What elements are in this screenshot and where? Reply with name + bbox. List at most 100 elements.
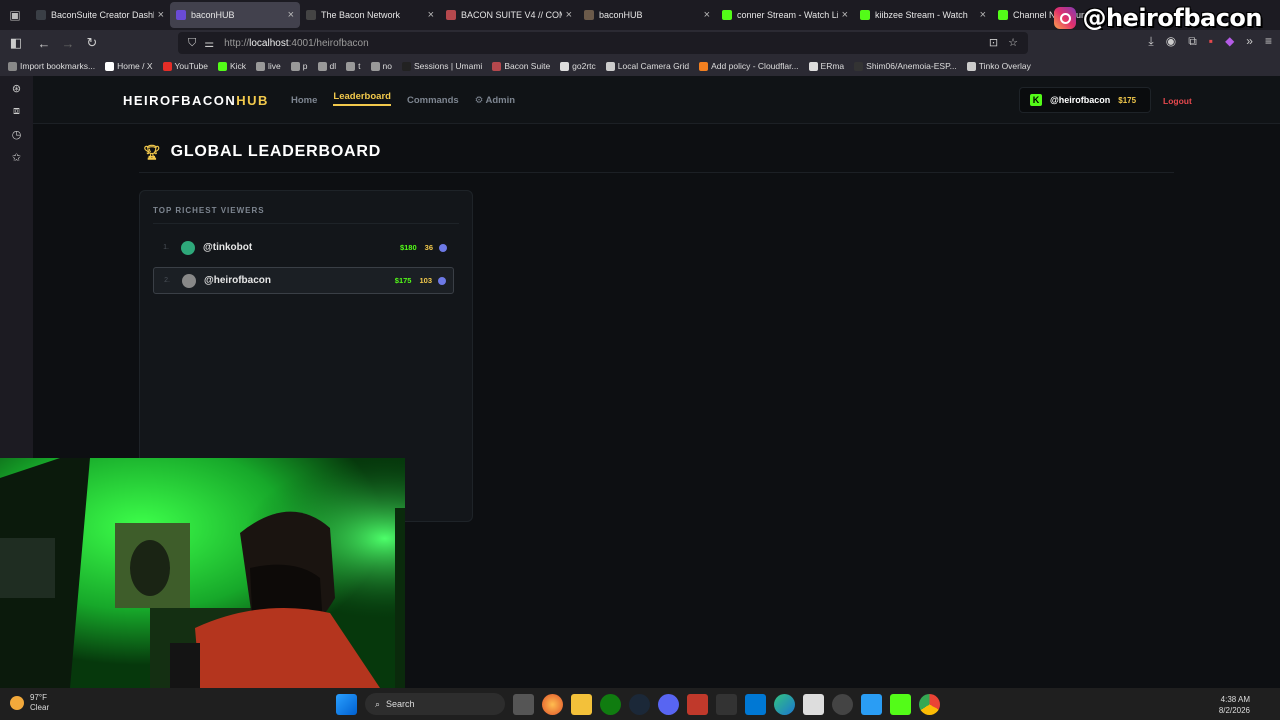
app-window-icon[interactable] (803, 693, 824, 715)
row-points: 103 (419, 276, 432, 285)
tab-close-icon[interactable]: × (428, 9, 434, 21)
account-icon[interactable]: ◉ (1166, 34, 1176, 49)
leaderboard-row[interactable]: 1. @tinkobot $180 36 (153, 234, 454, 261)
system-clock[interactable]: 4:38 AM 8/2/2026 (1219, 694, 1250, 716)
back-icon[interactable]: ← (32, 31, 56, 55)
bookmark-item[interactable]: dl (317, 61, 336, 71)
taskbar-apps: ⌕ Search (336, 693, 940, 715)
history-icon[interactable]: ◷ (12, 128, 22, 141)
browser-tab[interactable]: baconHUB × (170, 2, 300, 28)
row-username: @tinkobot (203, 242, 253, 253)
chrome-icon[interactable] (919, 693, 940, 715)
xbox-icon[interactable] (600, 693, 621, 715)
extensions-icon[interactable]: ⧉ (1188, 34, 1197, 49)
bookmarks-icon[interactable]: ✩ (12, 151, 21, 164)
shield-icon[interactable]: ⛉ (188, 37, 196, 50)
bookmark-item[interactable]: go2rtc (560, 61, 596, 71)
bookmark-item[interactable]: no (370, 61, 392, 71)
photos-icon[interactable] (861, 693, 882, 715)
site-logo[interactable]: HEIROFBACONHUB (123, 93, 269, 108)
forward-icon[interactable]: → (56, 31, 80, 55)
nav-commands[interactable]: Commands (407, 95, 459, 106)
nav-home[interactable]: Home (291, 95, 317, 106)
edge-icon[interactable] (774, 693, 795, 715)
extension-badge-icon[interactable]: ▪ (1209, 34, 1213, 49)
browser-tab[interactable]: conner Stream - Watch Live × (716, 2, 854, 28)
bookmark-icon (808, 61, 818, 71)
bookmark-icon (854, 61, 864, 71)
terminal-icon[interactable] (716, 693, 737, 715)
gear-icon: ⚙ (474, 95, 484, 106)
bookmark-item[interactable]: Add policy - Cloudflar... (699, 61, 799, 71)
discord-icon[interactable] (658, 693, 679, 715)
ai-chat-icon[interactable]: ⊛ (12, 82, 21, 95)
bookmark-item[interactable]: Sessions | Umami (401, 61, 482, 71)
menu-icon[interactable]: ≡ (1265, 34, 1272, 49)
tab-favicon-icon (176, 10, 186, 20)
kick-app-icon[interactable] (890, 693, 911, 715)
firefox-icon[interactable] (542, 693, 563, 715)
synced-tabs-icon[interactable]: ⧈ (13, 105, 20, 118)
overflow-icon[interactable]: » (1246, 34, 1253, 49)
extension-purple-icon[interactable]: ◆ (1225, 34, 1234, 49)
bookmark-icon (8, 61, 17, 71)
windows-start-icon[interactable] (336, 693, 357, 715)
reload-icon[interactable]: ↻ (80, 31, 104, 55)
save-page-icon[interactable]: ⊡ (989, 36, 998, 49)
bookmark-item[interactable]: YouTube (162, 61, 208, 71)
media-app-icon[interactable] (687, 693, 708, 715)
trophy-icon: 🏆︎ (143, 143, 162, 160)
tab-close-icon[interactable]: × (566, 9, 572, 21)
weather-widget[interactable]: 97°F Clear (10, 693, 49, 713)
browser-tab[interactable]: BaconSuite Creator Dashboard × (30, 2, 170, 28)
bookmark-icon (401, 61, 411, 71)
taskbar-search[interactable]: ⌕ Search (365, 693, 505, 715)
bookmark-item[interactable]: Import bookmarks... (8, 61, 95, 71)
bookmark-item[interactable]: t (346, 61, 361, 71)
browser-tab[interactable]: baconHUB × (578, 2, 716, 28)
tab-close-icon[interactable]: × (704, 9, 710, 21)
bookmark-item[interactable]: Home / X (105, 61, 153, 71)
page-info-icon[interactable]: ⚌ (204, 37, 214, 50)
bookmark-icon (560, 61, 570, 71)
user-chip[interactable]: K @heirofbacon $175 (1019, 87, 1151, 113)
bookmark-item[interactable]: Tinko Overlay (966, 61, 1031, 71)
bookmark-item[interactable]: Local Camera Grid (605, 61, 689, 71)
tab-close-icon[interactable]: × (158, 9, 164, 21)
user-handle: @heirofbacon (1050, 95, 1111, 105)
bookmark-star-icon[interactable]: ☆ (1008, 36, 1018, 49)
nav-leaderboard[interactable]: Leaderboard (333, 91, 391, 106)
url-bar[interactable]: ⛉ ⚌ http://localhost:4001/heirofbacon ⊡ ☆ (178, 32, 1028, 54)
tab-close-icon[interactable]: × (288, 9, 294, 21)
bookmark-icon (699, 61, 709, 71)
bookmark-item[interactable]: p (290, 61, 308, 71)
bookmark-item[interactable]: ERma (808, 61, 844, 71)
bookmark-icon (162, 61, 172, 71)
tab-close-icon[interactable]: × (980, 9, 986, 21)
gem-icon (439, 243, 447, 252)
bookmark-item[interactable]: Bacon Suite (492, 61, 550, 71)
browser-tab[interactable]: BACON SUITE V4 // COMMA × (440, 2, 578, 28)
tab-list-icon[interactable]: ▣ (0, 0, 30, 30)
browser-tab[interactable]: The Bacon Network × (300, 2, 440, 28)
tab-label: conner Stream - Watch Live (737, 10, 838, 20)
browser-tab[interactable]: kiibzee Stream - Watch × (854, 2, 992, 28)
file-explorer-icon[interactable] (571, 693, 592, 715)
leaderboard-row[interactable]: 2. @heirofbacon $175 103 (153, 267, 454, 294)
nav-admin[interactable]: ⚙ Admin (475, 95, 515, 106)
bookmark-label: Tinko Overlay (978, 61, 1031, 71)
bookmark-item[interactable]: Shim06/Anemoia-ESP... (854, 61, 957, 71)
logout-link[interactable]: Logout (1163, 96, 1192, 106)
search-label: Search (386, 699, 415, 709)
bookmark-item[interactable]: Kick (217, 61, 246, 71)
steam-icon[interactable] (629, 693, 650, 715)
tab-close-icon[interactable]: × (842, 9, 848, 21)
downloads-icon[interactable]: ⤓ (1148, 34, 1153, 49)
url-path: :4001/heirofbacon (288, 37, 369, 49)
vscode-icon[interactable] (745, 693, 766, 715)
bookmark-icon (256, 61, 266, 71)
task-view-icon[interactable] (513, 693, 534, 715)
sidebar-toggle-icon[interactable]: ◧ (4, 31, 28, 55)
obs-icon[interactable] (832, 693, 853, 715)
bookmark-item[interactable]: live (256, 61, 281, 71)
